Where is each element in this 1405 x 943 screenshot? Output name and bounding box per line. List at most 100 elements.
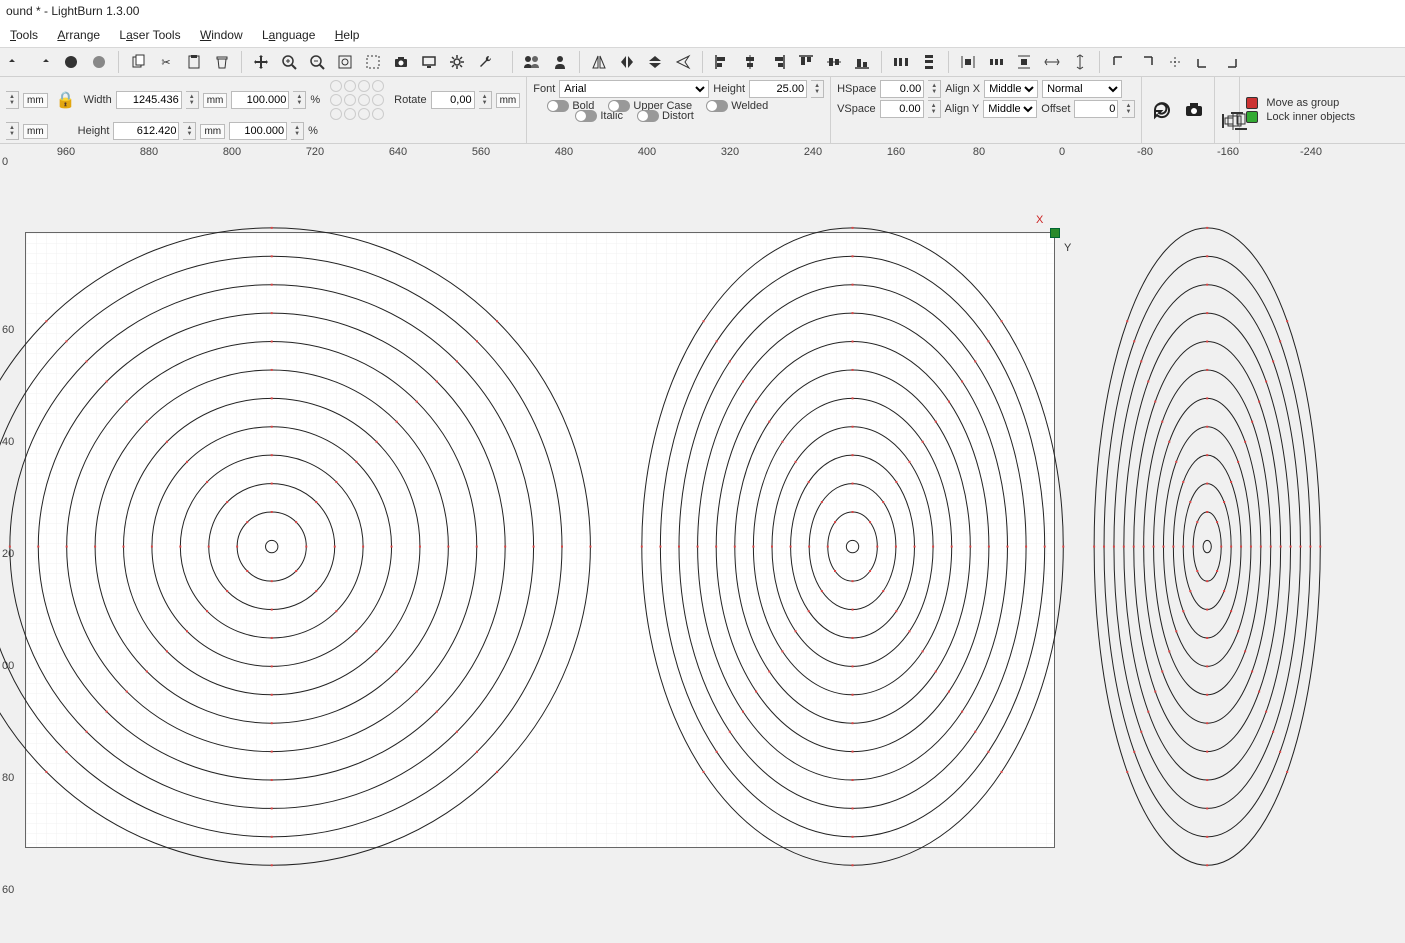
height-unit: mm — [200, 124, 225, 139]
vspace-input[interactable] — [880, 100, 924, 118]
lock-icon[interactable]: 🔒 — [56, 90, 76, 110]
mirror-h-icon[interactable] — [616, 51, 638, 73]
workspace[interactable]: X Y — [20, 170, 1405, 943]
width-pct-spinner[interactable]: ▲▼ — [293, 91, 306, 109]
aligny-label: Align Y — [945, 103, 980, 115]
anchor-grid[interactable] — [330, 80, 384, 120]
center-icon[interactable] — [1164, 51, 1186, 73]
gear-icon[interactable] — [446, 51, 468, 73]
align-vcenter-icon[interactable] — [823, 51, 845, 73]
distort-label: Distort — [662, 110, 694, 122]
offset-label: Offset — [1041, 103, 1070, 115]
move-group-led — [1246, 97, 1258, 109]
send-icon[interactable] — [672, 51, 694, 73]
pct-label-1: % — [310, 94, 320, 106]
corner-bl-icon[interactable] — [1192, 51, 1214, 73]
align-hcenter-icon[interactable] — [739, 51, 761, 73]
upper-toggle[interactable] — [608, 100, 630, 112]
camera-output-icon[interactable] — [1180, 96, 1208, 124]
align-bottom-icon[interactable] — [851, 51, 873, 73]
mirror-v-icon[interactable] — [644, 51, 666, 73]
height-pct-spinner[interactable]: ▲▼ — [291, 122, 304, 140]
corner-br-icon[interactable] — [1220, 51, 1242, 73]
match-height-icon[interactable] — [1069, 51, 1091, 73]
textmode-select[interactable]: Normal — [1042, 80, 1122, 98]
menu-window[interactable]: Window — [192, 26, 251, 44]
copy-icon[interactable] — [127, 51, 149, 73]
width-unit: mm — [203, 93, 228, 108]
corner-tl-icon[interactable] — [1108, 51, 1130, 73]
alignx-select[interactable]: Middle — [984, 80, 1038, 98]
property-bar: ▲▼ mm 🔒 Width ▲▼ mm ▲▼ % Rotate ▲▼ mm ▲▼… — [0, 77, 1405, 144]
flip-h-icon[interactable] — [588, 51, 610, 73]
group-people-icon[interactable] — [521, 51, 543, 73]
hspace-input[interactable] — [880, 80, 924, 98]
rotate-input[interactable] — [431, 91, 475, 109]
align-right-icon[interactable] — [767, 51, 789, 73]
cut-icon[interactable]: ✂ — [155, 51, 177, 73]
aligny-select[interactable]: Middle — [983, 100, 1037, 118]
distribute-v-icon[interactable] — [918, 51, 940, 73]
zoom-in-icon[interactable] — [278, 51, 300, 73]
align-left-icon[interactable] — [711, 51, 733, 73]
menu-language[interactable]: Language — [254, 26, 323, 44]
window-title: ound * - LightBurn 1.3.00 — [0, 0, 1405, 23]
font-label: Font — [533, 83, 555, 95]
space-h-icon[interactable] — [957, 51, 979, 73]
font-height-input[interactable] — [749, 80, 807, 98]
zoom-select-icon[interactable] — [362, 51, 384, 73]
rotate-spinner[interactable]: ▲▼ — [479, 91, 492, 109]
zoom-fit-icon[interactable] — [334, 51, 356, 73]
menu-laser-tools[interactable]: Laser Tools — [111, 26, 188, 44]
welded-toggle[interactable] — [706, 100, 728, 112]
vspace-label: VSpace — [837, 103, 876, 115]
font-select[interactable]: Arial — [559, 80, 709, 98]
delete-icon[interactable] — [211, 51, 233, 73]
align-top-icon[interactable] — [795, 51, 817, 73]
height-pct-input[interactable] — [229, 122, 287, 140]
distribute-h-icon[interactable] — [890, 51, 912, 73]
width-spinner[interactable]: ▲▼ — [186, 91, 199, 109]
wrench-icon[interactable] — [474, 51, 496, 73]
paste-icon[interactable] — [183, 51, 205, 73]
distort-toggle[interactable] — [637, 110, 659, 122]
space-v-icon[interactable] — [1013, 51, 1035, 73]
width-label: Width — [84, 94, 112, 106]
width-pct-input[interactable] — [231, 91, 289, 109]
camera-icon[interactable] — [390, 51, 412, 73]
hspace-label: HSpace — [837, 83, 876, 95]
ypos-unit: mm — [23, 124, 48, 139]
pan-icon[interactable] — [250, 51, 272, 73]
corner-tr-icon[interactable] — [1136, 51, 1158, 73]
offset-spinner[interactable]: ▲▼ — [1122, 100, 1135, 118]
monitor-icon[interactable] — [418, 51, 440, 73]
font-height-spinner[interactable]: ▲▼ — [811, 80, 824, 98]
hspace-spinner[interactable]: ▲▼ — [928, 80, 941, 98]
lock-inner-label[interactable]: Lock inner objects — [1266, 111, 1355, 123]
vspace-spinner[interactable]: ▲▼ — [928, 100, 941, 118]
menu-tools[interactable]: TToolsools — [2, 26, 46, 44]
canvas-area: 0960880800720640560480400320240160800-80… — [0, 144, 1405, 943]
height-input[interactable] — [113, 122, 179, 140]
italic-toggle[interactable] — [575, 110, 597, 122]
height-spinner[interactable]: ▲▼ — [183, 122, 196, 140]
match-width-icon[interactable] — [1041, 51, 1063, 73]
artwork[interactable] — [20, 170, 1405, 943]
circle-dark-icon[interactable] — [60, 51, 82, 73]
xpos-spinner[interactable]: ▲▼ — [6, 91, 19, 109]
ruler-horizontal: 0960880800720640560480400320240160800-80… — [0, 144, 1405, 170]
ypos-spinner[interactable]: ▲▼ — [6, 122, 19, 140]
width-input[interactable] — [116, 91, 182, 109]
zoom-out-icon[interactable] — [306, 51, 328, 73]
circle-light-icon[interactable] — [88, 51, 110, 73]
menu-help[interactable]: Help — [327, 26, 368, 44]
redo-icon[interactable] — [32, 51, 54, 73]
undo-icon[interactable] — [4, 51, 26, 73]
offset-input[interactable] — [1074, 100, 1118, 118]
menu-arrange[interactable]: Arrange — [49, 26, 108, 44]
space-equal-icon[interactable] — [985, 51, 1007, 73]
bold-toggle[interactable] — [547, 100, 569, 112]
refresh-icon[interactable] — [1148, 96, 1176, 124]
person-icon[interactable] — [549, 51, 571, 73]
move-group-label[interactable]: Move as group — [1266, 97, 1339, 109]
